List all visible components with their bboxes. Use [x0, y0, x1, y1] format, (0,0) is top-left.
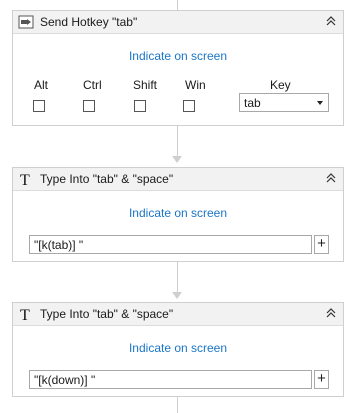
activity-header[interactable]: Send Hotkey "tab" [13, 11, 343, 34]
svg-text:T: T [20, 172, 30, 186]
activity-title: Type Into "tab" & "space" [40, 172, 174, 186]
key-dropdown[interactable]: tab [239, 93, 329, 112]
activity-title: Send Hotkey "tab" [40, 15, 138, 29]
activity-title: Type Into "tab" & "space" [40, 307, 174, 321]
activity-send-hotkey[interactable]: Send Hotkey "tab" Indicate on screen Alt… [12, 10, 344, 126]
collapse-icon[interactable] [325, 14, 337, 28]
key-dropdown-value: tab [244, 96, 261, 110]
arrow-down-icon [172, 156, 182, 163]
indicate-on-screen-link[interactable]: Indicate on screen [13, 206, 343, 220]
flow-connector [177, 262, 178, 292]
win-checkbox[interactable] [183, 100, 195, 112]
svg-text:T: T [20, 307, 30, 321]
key-label: Key [270, 78, 291, 92]
indicate-on-screen-link[interactable]: Indicate on screen [13, 341, 343, 355]
activity-header[interactable]: T Type Into "tab" & "space" [13, 168, 343, 191]
alt-checkbox[interactable] [33, 100, 45, 112]
add-expression-button[interactable]: + [314, 235, 329, 254]
arrow-down-icon [172, 292, 182, 299]
text-input-field[interactable]: "[k(down)] " [29, 370, 312, 389]
activity-type-into-tab[interactable]: T Type Into "tab" & "space" Indicate on … [12, 167, 344, 262]
shift-checkbox[interactable] [134, 100, 146, 112]
ctrl-checkbox[interactable] [83, 100, 95, 112]
flow-connector-bottom [177, 397, 178, 413]
text-input-value: "[k(down)] " [34, 373, 96, 387]
type-into-icon: T [20, 307, 30, 321]
modifier-label-alt: Alt [34, 78, 49, 92]
text-input-field[interactable]: "[k(tab)] " [29, 235, 312, 254]
send-hotkey-icon [18, 15, 34, 29]
indicate-on-screen-link[interactable]: Indicate on screen [13, 49, 343, 63]
text-input-value: "[k(tab)] " [34, 238, 84, 252]
activity-header[interactable]: T Type Into "tab" & "space" [13, 303, 343, 326]
modifier-label-shift: Shift [133, 78, 158, 92]
flow-connector [177, 126, 178, 156]
modifier-label-ctrl: Ctrl [83, 78, 102, 92]
type-into-icon: T [20, 172, 30, 186]
collapse-icon[interactable] [325, 171, 337, 185]
flow-connector-top [177, 0, 178, 10]
collapse-icon[interactable] [325, 306, 337, 320]
activity-type-into-down[interactable]: T Type Into "tab" & "space" Indicate on … [12, 302, 344, 397]
chevron-down-icon [317, 101, 323, 105]
add-expression-button[interactable]: + [314, 370, 329, 389]
modifier-label-win: Win [185, 78, 206, 92]
